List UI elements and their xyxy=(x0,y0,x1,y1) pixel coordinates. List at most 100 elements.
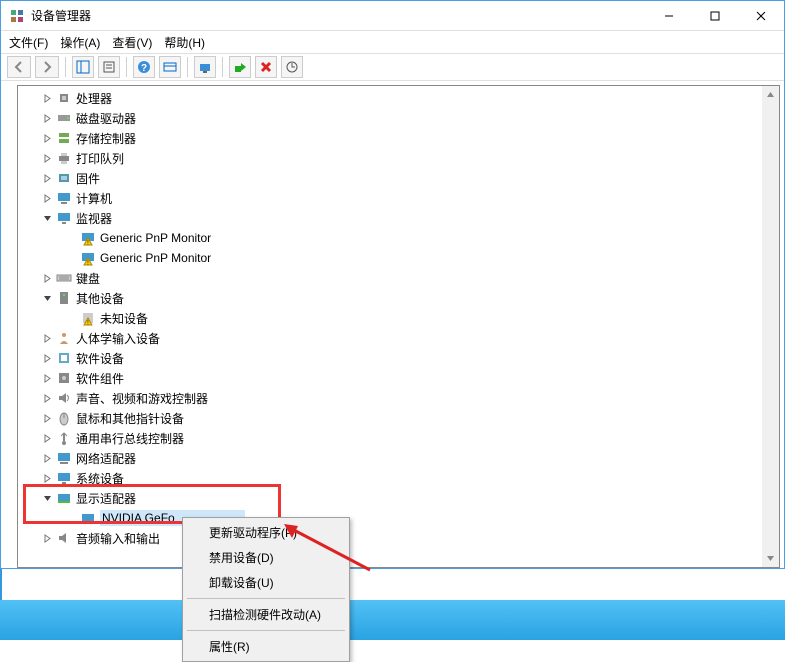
node-label: 通用串行总线控制器 xyxy=(76,430,184,447)
node-label: 软件组件 xyxy=(76,370,124,387)
tree-item-monitor-child[interactable]: ! Generic PnP Monitor xyxy=(18,228,779,248)
software-icon xyxy=(56,350,72,366)
tree-item-keyboard[interactable]: 键盘 xyxy=(18,268,779,288)
menu-action[interactable]: 操作(A) xyxy=(60,34,100,51)
expander-icon[interactable] xyxy=(40,171,54,185)
tree-item-storage[interactable]: 存储控制器 xyxy=(18,128,779,148)
expander-icon[interactable] xyxy=(40,451,54,465)
tree-item-disk[interactable]: 磁盘驱动器 xyxy=(18,108,779,128)
scroll-track[interactable] xyxy=(762,103,779,550)
monitor-warning-icon: ! xyxy=(80,250,96,266)
show-hide-tree-button[interactable] xyxy=(72,56,94,78)
vertical-scrollbar[interactable] xyxy=(762,86,779,567)
scroll-up-button[interactable] xyxy=(762,86,779,103)
usb-icon xyxy=(56,430,72,446)
menu-help[interactable]: 帮助(H) xyxy=(164,34,205,51)
scan-hardware-button[interactable] xyxy=(281,56,303,78)
maximize-button[interactable] xyxy=(692,1,738,31)
tree-item-display[interactable]: 显示适配器 xyxy=(18,488,779,508)
tree-item-nvidia[interactable]: NVIDIA GeFo xyxy=(18,508,779,528)
device-manager-window: 设备管理器 文件(F) 操作(A) 查看(V) 帮助(H) ? xyxy=(0,0,785,569)
unknown-warning-icon: ! xyxy=(80,310,96,326)
expander-icon[interactable] xyxy=(40,131,54,145)
toolbar-separator xyxy=(126,57,127,77)
expander-open-icon[interactable] xyxy=(40,211,54,225)
context-menu-scan-hardware[interactable]: 扫描检测硬件改动(A) xyxy=(185,602,347,627)
expander-icon[interactable] xyxy=(40,331,54,345)
expander-icon[interactable] xyxy=(40,371,54,385)
expander-icon[interactable] xyxy=(40,351,54,365)
node-label: 存储控制器 xyxy=(76,130,136,147)
scroll-down-button[interactable] xyxy=(762,550,779,567)
menu-view[interactable]: 查看(V) xyxy=(112,34,152,51)
tree-item-print[interactable]: 打印队列 xyxy=(18,148,779,168)
node-label: 音频输入和输出 xyxy=(76,530,160,547)
tree-item-other[interactable]: 其他设备 xyxy=(18,288,779,308)
properties-button[interactable] xyxy=(98,56,120,78)
node-label: 网络适配器 xyxy=(76,450,136,467)
device-tree[interactable]: 处理器 磁盘驱动器 存储控制器 打印队列 固件 xyxy=(18,86,779,550)
back-button[interactable] xyxy=(7,56,31,78)
context-menu-properties[interactable]: 属性(R) xyxy=(185,634,347,659)
expander-icon[interactable] xyxy=(40,391,54,405)
node-label: 声音、视频和游戏控制器 xyxy=(76,390,208,407)
expander-icon[interactable] xyxy=(40,111,54,125)
expander-open-icon[interactable] xyxy=(40,291,54,305)
tree-item-network[interactable]: 网络适配器 xyxy=(18,448,779,468)
storage-icon xyxy=(56,130,72,146)
close-button[interactable] xyxy=(738,1,784,31)
tree-item-unknown[interactable]: ! 未知设备 xyxy=(18,308,779,328)
node-label: 打印队列 xyxy=(76,150,124,167)
monitor-icon xyxy=(56,210,72,226)
tree-item-computer[interactable]: 计算机 xyxy=(18,188,779,208)
menu-file[interactable]: 文件(F) xyxy=(9,34,48,51)
context-menu-update-driver[interactable]: 更新驱动程序(P) xyxy=(185,520,347,545)
node-label: 键盘 xyxy=(76,270,100,287)
tree-item-processor[interactable]: 处理器 xyxy=(18,88,779,108)
tree-item-mouse[interactable]: 鼠标和其他指针设备 xyxy=(18,408,779,428)
hid-icon xyxy=(56,330,72,346)
expander-icon[interactable] xyxy=(40,151,54,165)
expander-icon[interactable] xyxy=(40,191,54,205)
tree-item-usb[interactable]: 通用串行总线控制器 xyxy=(18,428,779,448)
keyboard-icon xyxy=(56,270,72,286)
taskbar[interactable] xyxy=(0,600,785,640)
minimize-button[interactable] xyxy=(646,1,692,31)
node-label: 其他设备 xyxy=(76,290,124,307)
expander-icon[interactable] xyxy=(40,271,54,285)
tree-item-soft-dev[interactable]: 软件设备 xyxy=(18,348,779,368)
speaker-icon xyxy=(56,390,72,406)
node-label: 人体学输入设备 xyxy=(76,330,160,347)
expander-icon[interactable] xyxy=(40,531,54,545)
node-label: 显示适配器 xyxy=(76,490,136,507)
tree-item-monitor-child[interactable]: ! Generic PnP Monitor xyxy=(18,248,779,268)
menubar: 文件(F) 操作(A) 查看(V) 帮助(H) xyxy=(1,31,784,53)
tree-item-hid[interactable]: 人体学输入设备 xyxy=(18,328,779,348)
window-title: 设备管理器 xyxy=(31,7,646,24)
node-label: 监视器 xyxy=(76,210,112,227)
tree-item-soft-comp[interactable]: 软件组件 xyxy=(18,368,779,388)
enable-device-button[interactable] xyxy=(229,56,251,78)
tree-item-firmware[interactable]: 固件 xyxy=(18,168,779,188)
device-tree-panel: 处理器 磁盘驱动器 存储控制器 打印队列 固件 xyxy=(17,85,780,568)
context-menu-uninstall-device[interactable]: 卸载设备(U) xyxy=(185,570,347,595)
scan-button[interactable] xyxy=(159,56,181,78)
tree-item-sound[interactable]: 声音、视频和游戏控制器 xyxy=(18,388,779,408)
gpu-icon xyxy=(80,510,96,526)
node-label: 系统设备 xyxy=(76,470,124,487)
expander-icon[interactable] xyxy=(40,431,54,445)
tree-item-monitor[interactable]: 监视器 xyxy=(18,208,779,228)
expander-icon[interactable] xyxy=(40,471,54,485)
expander-icon[interactable] xyxy=(40,91,54,105)
expander-open-icon[interactable] xyxy=(40,491,54,505)
uninstall-device-button[interactable] xyxy=(255,56,277,78)
forward-button[interactable] xyxy=(35,56,59,78)
tree-item-audio-io[interactable]: 音频输入和输出 xyxy=(18,528,779,548)
update-driver-button[interactable] xyxy=(194,56,216,78)
other-dev-icon xyxy=(56,290,72,306)
context-menu-disable-device[interactable]: 禁用设备(D) xyxy=(185,545,347,570)
tree-item-system[interactable]: 系统设备 xyxy=(18,468,779,488)
help-button[interactable]: ? xyxy=(133,56,155,78)
expander-icon[interactable] xyxy=(40,411,54,425)
titlebar[interactable]: 设备管理器 xyxy=(1,1,784,31)
